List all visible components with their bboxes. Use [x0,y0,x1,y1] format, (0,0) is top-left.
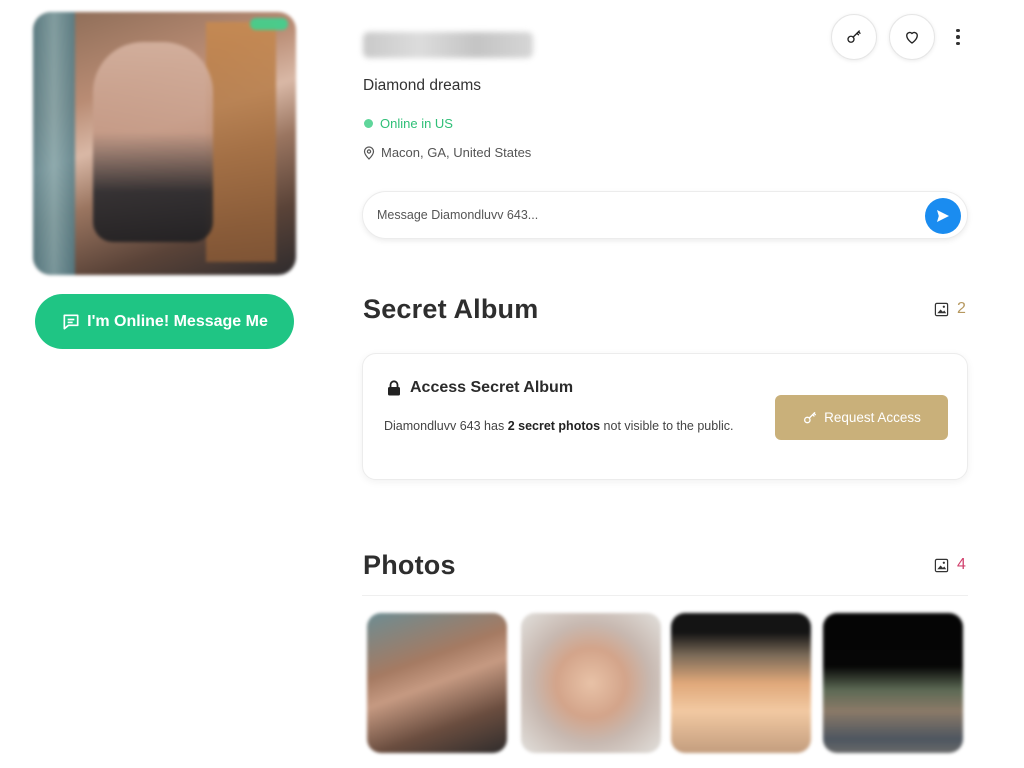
secret-album-card: Access Secret Album Diamondluvv 643 has … [362,353,968,480]
status-dot [364,119,373,128]
message-input[interactable] [377,192,917,238]
map-pin-icon [363,145,375,160]
lock-icon [388,380,400,396]
secret-desc-end: not visible to the public. [600,419,734,433]
send-icon [937,210,949,222]
photos-count-value: 4 [957,556,966,573]
secret-album-count-value: 2 [957,300,966,317]
avatar-figure [93,42,213,242]
profile-avatar[interactable] [33,12,296,275]
photos-count: 4 [934,556,966,574]
secret-photos-count-text: 2 secret photos [507,419,601,433]
online-badge [250,18,288,30]
secret-album-title: Secret Album [363,294,539,324]
avatar-background [33,12,75,275]
more-vertical-icon [956,28,960,33]
profile-tagline: Diamond dreams [363,77,482,94]
secret-card-title: Access Secret Album [410,379,574,396]
heart-icon [906,31,918,44]
photo-thumbnail[interactable] [671,613,811,753]
key-icon [804,411,817,423]
image-icon [934,302,949,316]
message-box [362,191,968,239]
message-me-button[interactable]: I'm Online! Message Me [35,294,294,349]
secret-card-header: Access Secret Album [387,379,573,397]
key-button[interactable] [831,14,877,60]
more-options-button[interactable] [950,26,966,48]
send-button[interactable] [925,198,961,234]
request-access-label: Request Access [824,410,921,425]
secret-desc-start: Diamondluvv 643 has [384,419,508,433]
photo-thumbnail[interactable] [521,613,661,753]
photo-thumbnail[interactable] [367,613,507,753]
favorite-button[interactable] [889,14,935,60]
online-status-text: Online in US [380,116,453,131]
avatar-background-panel [206,22,276,262]
section-divider [362,595,968,596]
username-blurred [363,32,533,58]
online-status: Online in US [364,116,453,131]
secret-album-count: 2 [934,300,966,318]
image-icon [934,558,949,572]
profile-location: Macon, GA, United States [363,145,531,160]
location-text: Macon, GA, United States [381,145,532,160]
chat-bubble-icon [63,314,79,329]
key-icon [847,30,861,43]
request-access-button[interactable]: Request Access [775,395,948,440]
photos-title: Photos [363,550,456,580]
secret-card-description: Diamondluvv 643 has 2 secret photos not … [384,415,744,438]
photo-thumbnail[interactable] [823,613,963,753]
message-me-label: I'm Online! Message Me [87,312,268,330]
